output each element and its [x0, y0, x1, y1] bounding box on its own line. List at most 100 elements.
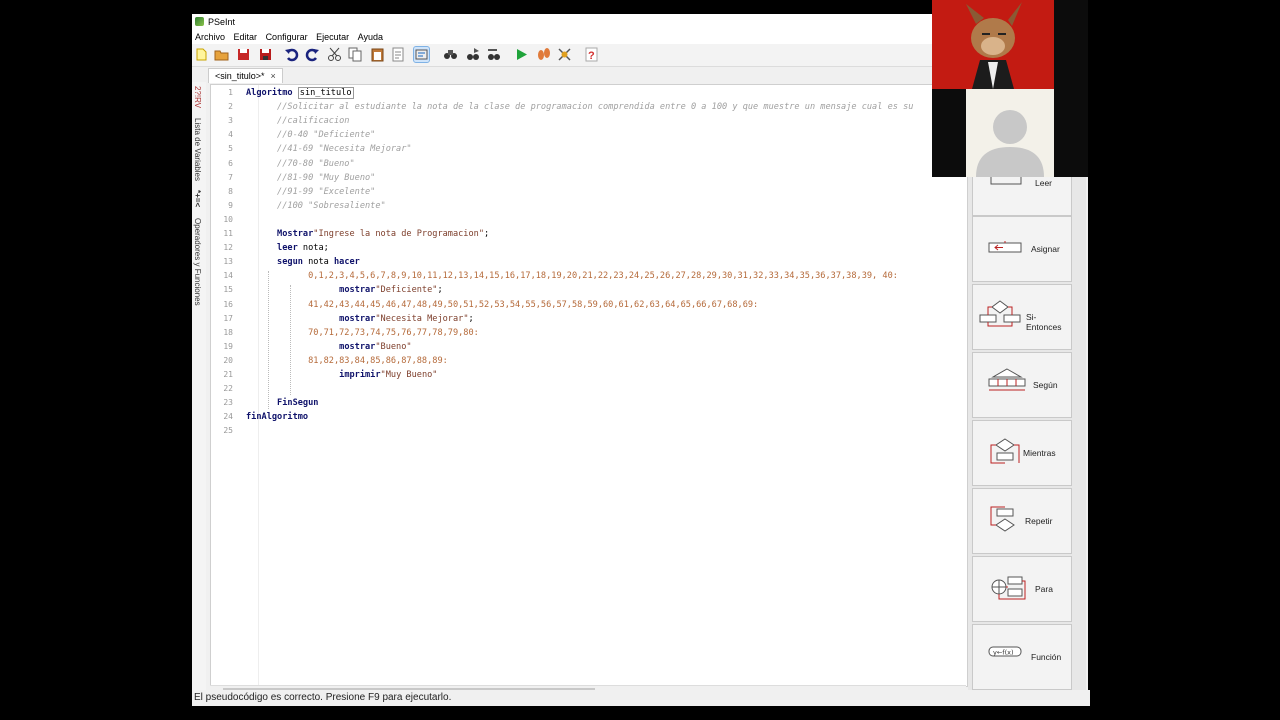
- line-number: 8: [228, 186, 233, 196]
- pseint-app-icon: [195, 17, 204, 26]
- command-si-entonces-label: Si-Entonces: [1026, 312, 1062, 332]
- find-icon[interactable]: [443, 47, 458, 62]
- code-line[interactable]: finAlgoritmo: [246, 412, 308, 422]
- code-line[interactable]: //Solicitar al estudiante la nota de la …: [246, 102, 913, 112]
- code-line[interactable]: segun nota hacer: [246, 257, 360, 267]
- menu-ejecutar[interactable]: Ejecutar: [316, 32, 349, 42]
- code-line[interactable]: 0,1,2,3,4,5,6,7,8,9,10,11,12,13,14,15,16…: [246, 271, 898, 281]
- redo-icon[interactable]: [305, 47, 320, 62]
- line-number: 19: [223, 341, 233, 351]
- menu-configurar[interactable]: Configurar: [266, 32, 308, 42]
- command-para[interactable]: Para: [972, 556, 1072, 622]
- side-panel: 2?!RV Lista de Variables *+=< Operadores…: [192, 82, 206, 694]
- run-icon[interactable]: [514, 47, 529, 62]
- code-line[interactable]: 81,82,83,84,85,86,87,88,89:: [246, 356, 448, 366]
- cartoon-avatar-image: [932, 0, 1054, 89]
- copy-icon[interactable]: [348, 47, 363, 62]
- switch-icon: [988, 368, 1026, 391]
- command-segun-label: Según: [1033, 380, 1058, 390]
- line-number: 23: [223, 398, 233, 408]
- line-number: 10: [223, 214, 233, 224]
- code-line[interactable]: mostrar"Deficiente";: [246, 285, 443, 295]
- command-mientras-label: Mientras: [1023, 448, 1056, 458]
- code-line[interactable]: //0-40 "Deficiente": [246, 130, 375, 140]
- code-line[interactable]: //100 "Sobresaliente": [246, 201, 386, 211]
- cut-icon[interactable]: [327, 47, 342, 62]
- paste-icon[interactable]: [370, 47, 385, 62]
- user-placeholder-icon: [976, 110, 1044, 177]
- find-next-icon[interactable]: [465, 47, 480, 62]
- line-number: 15: [223, 285, 233, 295]
- line-number: 11: [223, 229, 233, 238]
- line-number: 22: [223, 384, 233, 394]
- while-icon: [990, 438, 1020, 464]
- line-number: 17: [223, 313, 233, 323]
- debug-icon[interactable]: [557, 47, 572, 62]
- command-mientras[interactable]: Mientras: [972, 420, 1072, 486]
- code-line[interactable]: 70,71,72,73,74,75,76,77,78,79,80:: [246, 328, 479, 338]
- tab-sin-titulo[interactable]: <sin_titulo>* ×: [208, 68, 283, 83]
- code-line[interactable]: //41-69 "Necesita Mejorar": [246, 144, 412, 154]
- window-title: PSeInt: [208, 17, 236, 27]
- if-then-icon: [979, 300, 1021, 327]
- menu-editar[interactable]: Editar: [234, 32, 258, 42]
- line-number: 25: [223, 426, 233, 436]
- code-line[interactable]: leer nota;: [246, 243, 329, 253]
- open-folder-icon[interactable]: [214, 47, 229, 62]
- line-number: 20: [223, 355, 233, 365]
- undo-icon[interactable]: [284, 47, 299, 62]
- operators-panel-tab[interactable]: Operadores y Funciones: [193, 218, 202, 306]
- function-icon: y←f(x): [988, 646, 1022, 657]
- code-line[interactable]: mostrar"Necesita Mejorar";: [246, 314, 474, 324]
- repeat-icon: [990, 506, 1015, 532]
- code-line[interactable]: //calificacion: [246, 116, 349, 126]
- tab-bar: <sin_titulo>* ×: [206, 67, 966, 83]
- command-funcion-label: Función: [1031, 652, 1062, 662]
- save-as-icon[interactable]: [258, 47, 273, 62]
- replace-icon[interactable]: [486, 47, 501, 62]
- variables-panel-icons: 2?!RV: [193, 86, 202, 109]
- line-number: 16: [223, 299, 233, 309]
- commands-panel: Leer Asignar Si-Entonces Según Mientras …: [968, 150, 1086, 690]
- command-repetir[interactable]: Repetir: [972, 488, 1072, 554]
- command-segun[interactable]: Según: [972, 352, 1072, 418]
- line-number: 3: [228, 116, 233, 126]
- status-bar: El pseudocódigo es correcto. Presione F9…: [192, 690, 1090, 706]
- code-line[interactable]: mostrar"Bueno": [246, 342, 411, 352]
- code-line[interactable]: //81-90 "Muy Bueno": [246, 173, 375, 183]
- command-si-entonces[interactable]: Si-Entonces: [972, 284, 1072, 350]
- code-line[interactable]: //91-99 "Excelente": [246, 187, 375, 197]
- line-number: 7: [228, 172, 233, 182]
- line-number: 9: [228, 200, 233, 210]
- code-line[interactable]: 41,42,43,44,45,46,47,48,49,50,51,52,53,5…: [246, 300, 758, 310]
- new-file-icon[interactable]: [194, 47, 209, 62]
- command-repetir-label: Repetir: [1025, 516, 1053, 526]
- help-icon[interactable]: ?: [584, 47, 599, 62]
- step-icon[interactable]: [536, 47, 551, 62]
- line-number: 2: [228, 102, 233, 112]
- menu-archivo[interactable]: Archivo: [195, 32, 225, 42]
- line-number: 6: [228, 158, 233, 168]
- svg-text:y←f(x): y←f(x): [993, 649, 1014, 657]
- line-number: 14: [223, 271, 233, 281]
- code-line[interactable]: FinSegun: [246, 398, 318, 408]
- command-para-label: Para: [1035, 584, 1053, 594]
- code-line[interactable]: Algoritmo sin_titulo: [246, 87, 354, 99]
- indent-icon[interactable]: [413, 46, 430, 63]
- code-line[interactable]: imprimir"Muy Bueno": [246, 370, 437, 380]
- code-line[interactable]: Mostrar"Ingrese la nota de Programacion"…: [246, 229, 489, 239]
- edit-icon[interactable]: [391, 47, 406, 62]
- line-number: 5: [228, 144, 233, 154]
- code-editor[interactable]: 1 Algoritmo sin_titulo 2 //Solicitar al es…: [210, 84, 968, 687]
- close-tab-icon[interactable]: ×: [271, 71, 276, 81]
- operators-panel-icons: *+=<: [193, 190, 202, 208]
- for-icon: [991, 576, 1026, 600]
- menu-ayuda[interactable]: Ayuda: [358, 32, 383, 42]
- save-icon[interactable]: [236, 47, 251, 62]
- variables-panel-tab[interactable]: Lista de Variables: [193, 118, 202, 181]
- command-asignar[interactable]: Asignar: [972, 216, 1072, 282]
- command-funcion[interactable]: y←f(x) Función: [972, 624, 1072, 690]
- webcam-placeholder-tile: [966, 89, 1054, 177]
- code-line[interactable]: //70-80 "Bueno": [246, 159, 355, 169]
- command-leer-label: Leer: [1035, 178, 1053, 188]
